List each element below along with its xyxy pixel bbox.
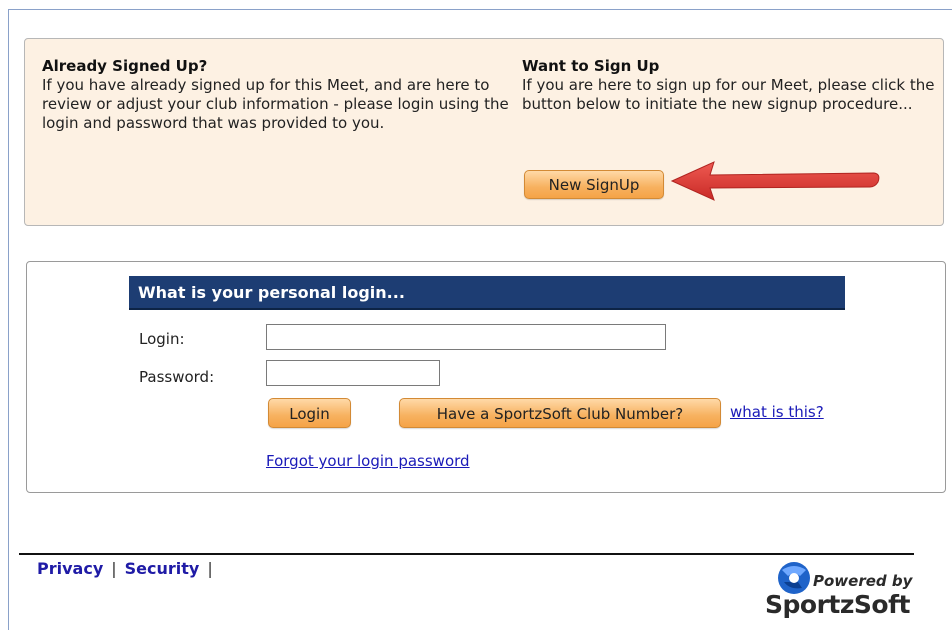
what-is-this-link[interactable]: what is this? (730, 403, 824, 421)
new-signup-button[interactable]: New SignUp (524, 170, 664, 199)
brand-name: SportzSoft (765, 590, 910, 619)
footer-divider (19, 553, 914, 555)
login-label: Login: (139, 330, 185, 348)
footer-links: Privacy | Security | (37, 559, 221, 578)
page-frame-left (8, 9, 9, 630)
want-to-sign-up-text: If you are here to sign up for our Meet,… (522, 76, 935, 113)
password-label: Password: (139, 368, 215, 386)
login-button[interactable]: Login (268, 398, 351, 428)
page-frame-top (8, 9, 952, 10)
powered-by-text: Powered by (813, 572, 913, 590)
login-input[interactable] (266, 324, 666, 350)
want-to-sign-up-section: Want to Sign Up If you are here to sign … (522, 57, 942, 114)
already-signed-up-section: Already Signed Up? If you have already s… (42, 57, 512, 133)
want-to-sign-up-title: Want to Sign Up (522, 57, 660, 75)
forgot-password-link[interactable]: Forgot your login password (266, 452, 470, 470)
privacy-link[interactable]: Privacy (37, 559, 103, 578)
security-link[interactable]: Security (125, 559, 200, 578)
already-signed-up-text: If you have already signed up for this M… (42, 76, 509, 132)
club-number-button[interactable]: Have a SportzSoft Club Number? (399, 398, 721, 428)
footer-separator: | (111, 559, 117, 578)
already-signed-up-title: Already Signed Up? (42, 57, 208, 75)
footer-separator: | (207, 559, 213, 578)
password-input[interactable] (266, 360, 440, 386)
login-header: What is your personal login... (129, 276, 845, 310)
red-arrow-icon (670, 161, 880, 201)
